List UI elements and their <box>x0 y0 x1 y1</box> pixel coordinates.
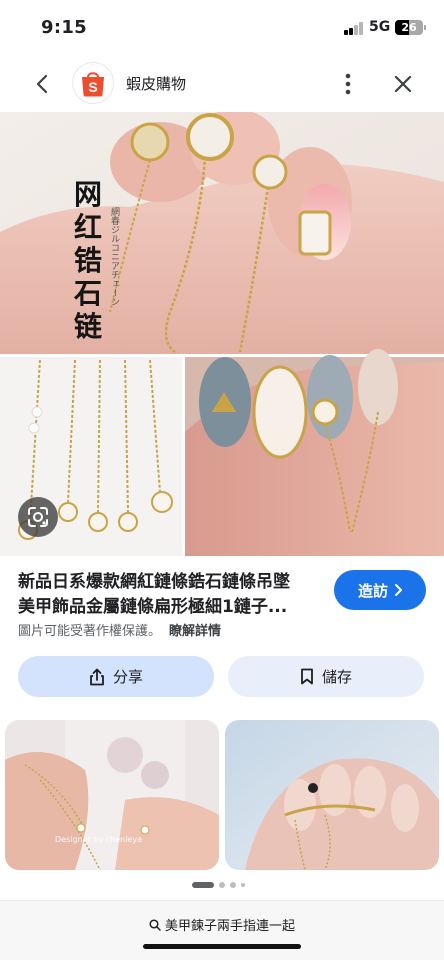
more-options-button[interactable] <box>334 68 362 100</box>
signal-icon <box>344 22 364 35</box>
shopee-bag-icon: S <box>82 72 104 97</box>
copyright-notice: 圖片可能受著作權保護。 瞭解詳情 <box>18 620 221 639</box>
visit-button[interactable]: 造訪 <box>334 570 426 610</box>
svg-text:S: S <box>88 79 97 95</box>
home-indicator[interactable] <box>143 944 301 949</box>
related-photo-1: Designer by chenleya <box>5 720 219 870</box>
close-icon <box>394 75 412 93</box>
status-time: 9:15 <box>41 17 87 38</box>
svg-text:红: 红 <box>74 211 102 244</box>
lens-icon <box>28 507 48 527</box>
save-label: 儲存 <box>321 668 352 686</box>
search-query[interactable]: 美甲鍊子兩手指連一起 <box>0 915 444 934</box>
product-photo: 网 红 锆 石 链 条 網春ジルコニアチェーン <box>0 112 444 556</box>
search-query-text: 美甲鍊子兩手指連一起 <box>164 919 295 934</box>
app-header: S 蝦皮購物 <box>0 56 444 112</box>
title-line-1: 新品日系爆款網紅鏈條鋯石鏈條吊墜 <box>18 572 290 592</box>
svg-text:锆: 锆 <box>74 244 102 277</box>
back-button[interactable] <box>26 68 58 100</box>
chevron-right-icon <box>395 584 402 596</box>
share-label: 分享 <box>112 668 143 686</box>
learn-more-link[interactable]: 瞭解詳情 <box>169 624 221 639</box>
close-button[interactable] <box>389 68 417 100</box>
google-lens-button[interactable] <box>18 497 58 537</box>
main-image[interactable]: 网 红 锆 石 链 条 網春ジルコニアチェーン <box>0 112 444 556</box>
related-image-2[interactable] <box>225 720 439 870</box>
overlay-title: 网 红 锆 石 链 条 <box>73 178 102 343</box>
svg-text:网: 网 <box>74 178 102 211</box>
svg-text:石: 石 <box>73 277 102 310</box>
related-image-1[interactable]: Designer by chenleya <box>5 720 219 870</box>
network-label: 5G <box>369 19 391 35</box>
share-icon <box>90 668 104 685</box>
share-button[interactable]: 分享 <box>18 656 214 697</box>
site-name[interactable]: 蝦皮購物 <box>126 73 186 94</box>
bottom-search-bar[interactable]: 美甲鍊子兩手指連一起 <box>0 900 444 960</box>
battery-icon: 26 <box>395 20 423 35</box>
copyright-text: 圖片可能受著作權保護。 <box>18 624 162 639</box>
visit-label: 造訪 <box>357 581 388 600</box>
more-vertical-icon <box>345 73 351 95</box>
search-icon <box>149 918 161 931</box>
related-photo-2 <box>225 720 439 870</box>
title-line-2: 美甲飾品金屬鏈條扁形極細1鏈子... <box>18 597 288 617</box>
carousel-pagination <box>192 882 252 890</box>
chevron-left-icon <box>36 74 48 94</box>
result-title[interactable]: 新品日系爆款網紅鏈條鋯石鏈條吊墜 美甲飾品金屬鏈條扁形極細1鏈子... <box>18 570 318 620</box>
status-bar: 9:15 5G 26 <box>0 0 444 56</box>
overlay-subtext: 網春ジルコニアチェーン <box>109 206 120 306</box>
svg-text:链: 链 <box>74 310 102 343</box>
related-watermark: Designer by chenleya <box>55 835 142 844</box>
battery-tip <box>424 25 426 30</box>
bookmark-icon <box>301 668 313 685</box>
battery-level: 26 <box>401 21 417 34</box>
save-button[interactable]: 儲存 <box>228 656 424 697</box>
site-logo[interactable]: S <box>73 63 113 103</box>
